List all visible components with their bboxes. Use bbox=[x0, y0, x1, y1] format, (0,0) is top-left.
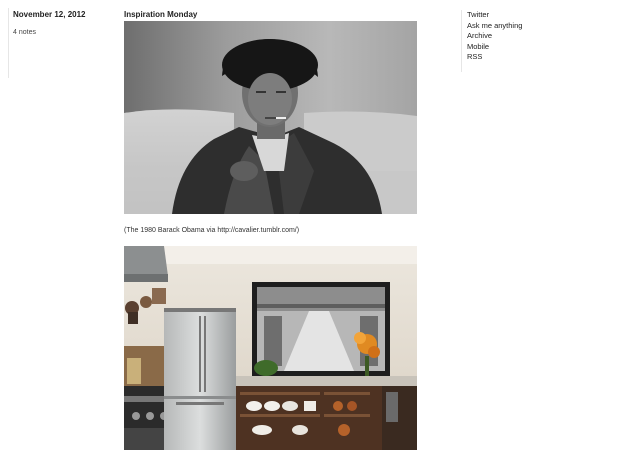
post-meta: November 12, 2012 4 notes bbox=[8, 8, 113, 78]
sidebar-link-rss[interactable]: RSS bbox=[467, 52, 522, 63]
kitchen-photo bbox=[124, 246, 417, 450]
post-notes-count[interactable]: 4 notes bbox=[13, 29, 113, 36]
post-caption: (The 1980 Barack Obama via http://cavali… bbox=[124, 227, 300, 234]
blog-page: November 12, 2012 4 notes Inspiration Mo… bbox=[0, 0, 630, 450]
post-date[interactable]: November 12, 2012 bbox=[13, 10, 113, 19]
sidebar-nav: Twitter Ask me anything Archive Mobile R… bbox=[461, 10, 522, 72]
sidebar-link-mobile[interactable]: Mobile bbox=[467, 42, 522, 53]
post-title: Inspiration Monday bbox=[124, 10, 198, 19]
portrait-photo bbox=[124, 21, 417, 214]
sidebar-link-archive[interactable]: Archive bbox=[467, 31, 522, 42]
sidebar-link-ask[interactable]: Ask me anything bbox=[467, 21, 522, 32]
sidebar-link-twitter[interactable]: Twitter bbox=[467, 10, 522, 21]
post-header: Inspiration Monday bbox=[124, 8, 417, 19]
